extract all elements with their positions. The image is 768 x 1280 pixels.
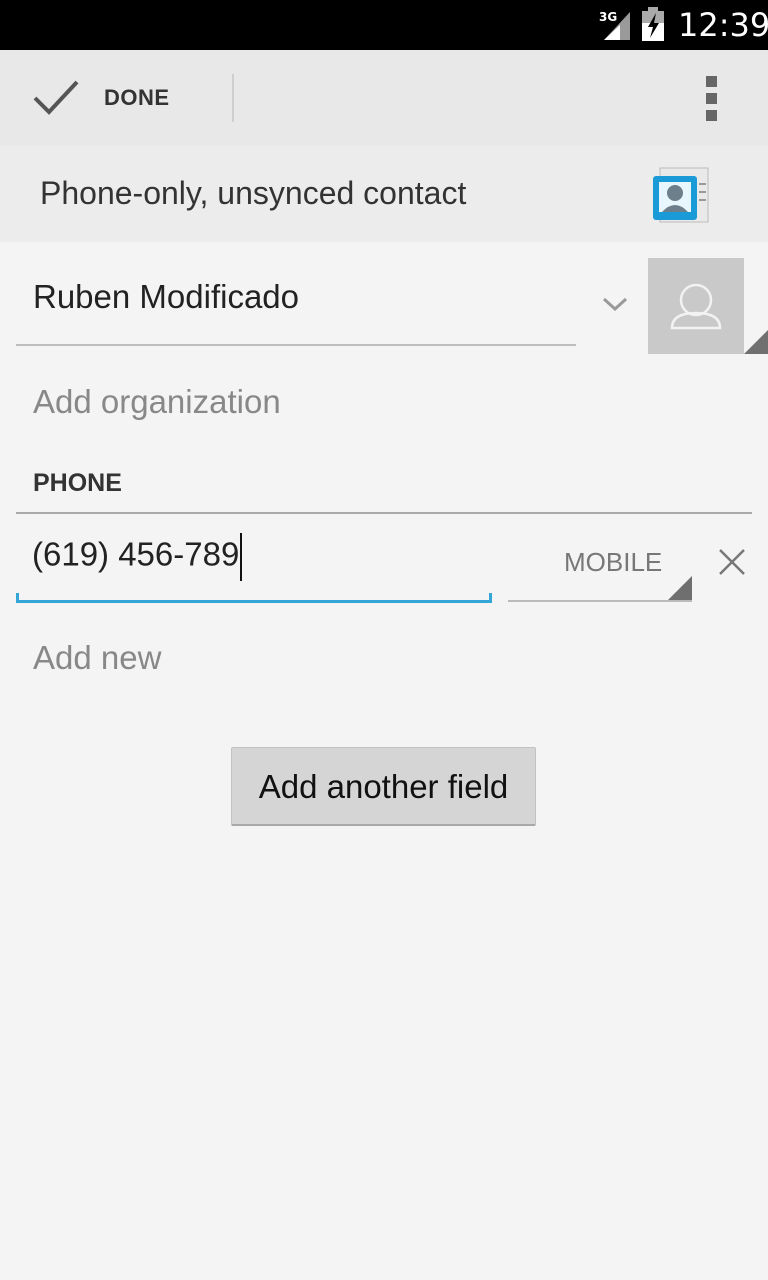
phone-number-input[interactable]: (619) 456-789 [16, 525, 492, 603]
add-new-phone-link[interactable]: Add new [33, 639, 161, 677]
phone-section-divider [16, 512, 752, 514]
contact-photo[interactable] [648, 258, 744, 354]
contacts-app-icon [653, 167, 709, 223]
status-bar: 3G 12:39 [0, 0, 768, 50]
photo-menu-indicator [744, 330, 768, 354]
action-divider [232, 74, 234, 122]
svg-text:3G: 3G [599, 10, 617, 24]
signal-3g-icon: 3G [599, 10, 630, 40]
more-vert-icon [706, 76, 717, 87]
name-value: Ruben Modificado [33, 278, 299, 315]
account-title: Phone-only, unsynced contact [40, 175, 467, 211]
done-label: DONE [104, 85, 170, 110]
phone-section-header: PHONE [33, 469, 122, 497]
checkmark-icon [33, 80, 79, 115]
battery-charging-icon [642, 7, 664, 41]
action-bar: DONE [0, 50, 768, 146]
spinner-indicator [668, 576, 692, 600]
text-cursor [240, 533, 243, 581]
add-another-field-button[interactable]: Add another field [231, 747, 536, 826]
person-placeholder-icon [670, 283, 722, 330]
overflow-menu-button[interactable] [688, 68, 736, 128]
name-field[interactable]: Ruben Modificado [16, 262, 576, 346]
chevron-down-icon[interactable] [600, 292, 630, 316]
account-header: Phone-only, unsynced contact [0, 146, 768, 242]
done-button[interactable]: DONE [0, 50, 232, 146]
close-icon[interactable] [712, 542, 752, 582]
phone-type-label: MOBILE [564, 547, 663, 577]
status-clock: 12:39 [678, 6, 768, 44]
add-organization-link[interactable]: Add organization [33, 383, 281, 421]
phone-number-value: (619) 456-789 [32, 535, 240, 573]
phone-type-spinner[interactable]: MOBILE [508, 525, 692, 602]
